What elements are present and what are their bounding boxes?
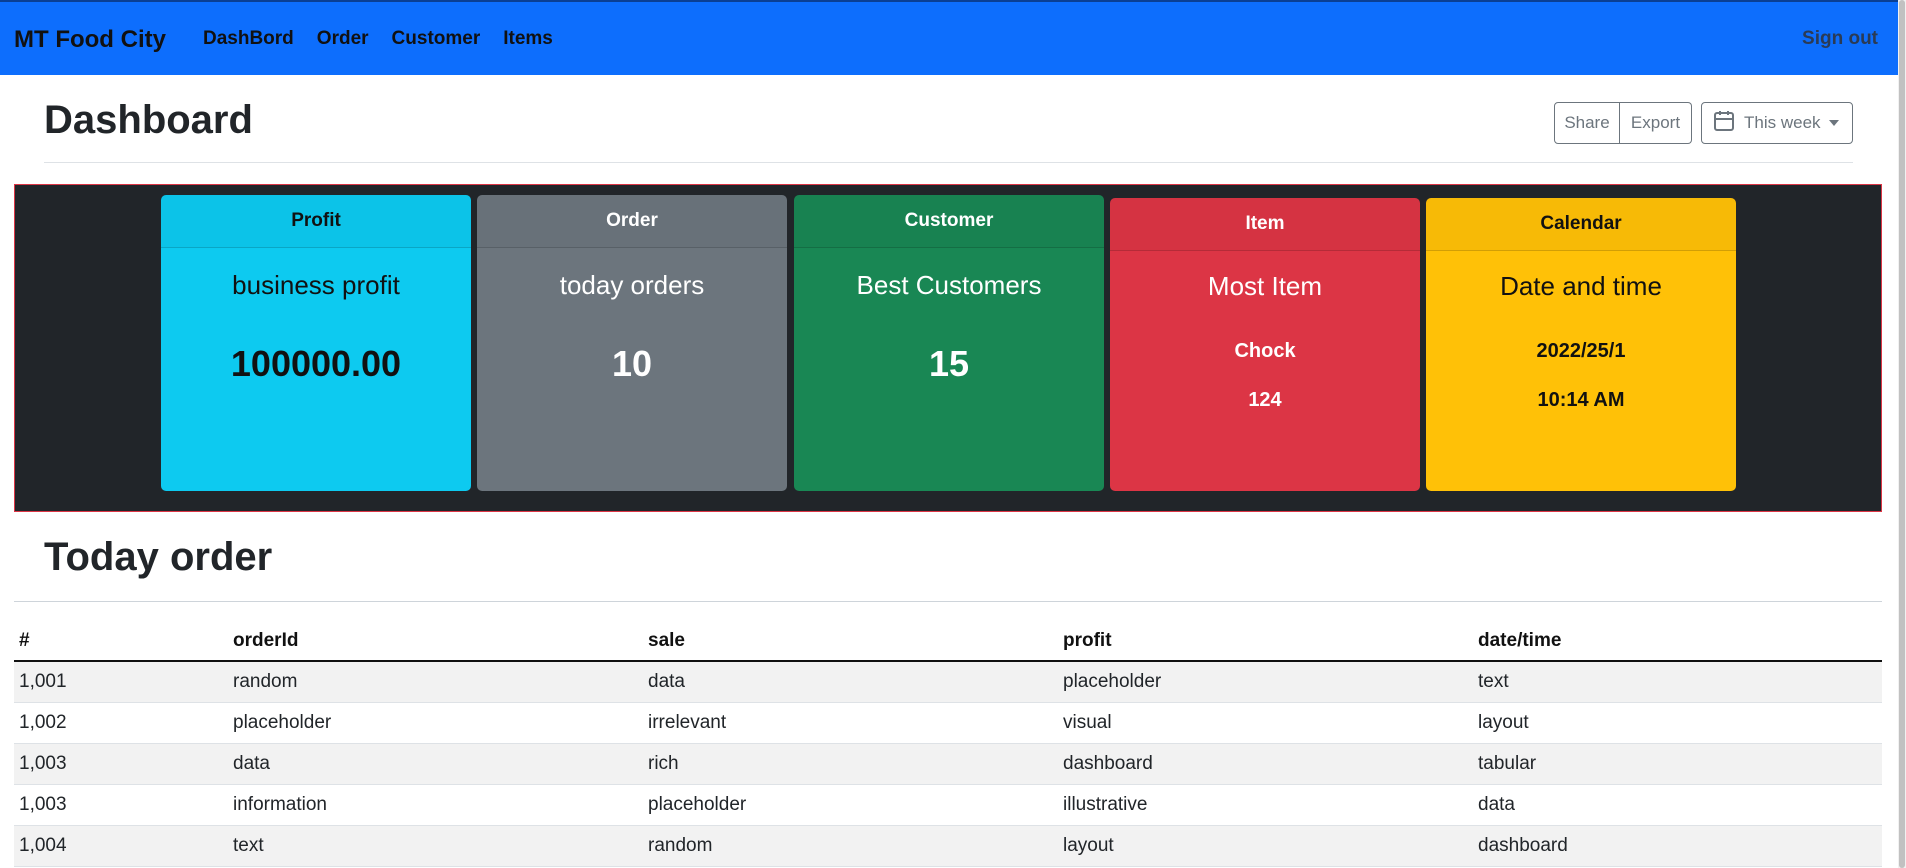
export-button[interactable]: Export [1620,102,1692,144]
table-cell: illustrative [1058,784,1473,826]
table-cell: dashboard [1473,825,1882,867]
table-cell: data [643,661,1058,703]
nav-link-order[interactable]: Order [317,28,369,50]
item-card: Item Most Item Chock 124 [1110,198,1420,491]
table-cell: data [228,743,643,785]
column-header: orderId [228,622,643,662]
card-header: Calendar [1426,198,1736,251]
table-header-row: # orderId sale profit date/time [14,622,1882,662]
date-range-dropdown[interactable]: This week [1701,102,1853,144]
table-cell: tabular [1473,743,1882,785]
card-value: 10 [611,343,653,384]
table-cell: placeholder [643,784,1058,826]
calendar-icon [1712,109,1736,138]
column-header: # [14,622,228,662]
table-row[interactable]: 1,003 information placeholder illustrati… [14,784,1882,826]
card-title: Most Item [1207,271,1323,301]
table-cell: 1,003 [14,784,228,826]
column-header: date/time [1473,622,1882,662]
table-cell: visual [1058,702,1473,744]
card-header: Customer [794,195,1104,248]
table-cell: random [643,825,1058,867]
column-header: profit [1058,622,1473,662]
table-cell: layout [1058,825,1473,867]
table-cell: random [228,661,643,703]
table-cell: irrelevant [643,702,1058,744]
card-value: 100000.00 [230,343,402,384]
table-cell: placeholder [1058,661,1473,703]
table-cell: 1,002 [14,702,228,744]
table-cell: information [228,784,643,826]
nav-link-dashboard[interactable]: DashBord [203,28,294,50]
column-header: sale [643,622,1058,662]
chevron-down-icon [1828,120,1839,126]
orders-table: # orderId sale profit date/time 1,001 ra… [14,622,1882,867]
table-row[interactable]: 1,002 placeholder irrelevant visual layo… [14,702,1882,744]
date-range-label: This week [1744,113,1821,132]
table-cell: 1,003 [14,743,228,785]
table-row[interactable]: 1,003 data rich dashboard tabular [14,743,1882,785]
table-cell: 1,004 [14,825,228,867]
sign-out-link[interactable]: Sign out [1802,28,1878,50]
share-button[interactable]: Share [1554,102,1620,144]
share-export-group: Share Export [1554,102,1692,144]
header-divider [44,162,1853,163]
top-navbar: MT Food City DashBord Order Customer Ite… [0,0,1898,75]
calendar-card: Calendar Date and time 2022/25/1 10:14 A… [1426,198,1736,491]
customer-card: Customer Best Customers 15 [794,195,1104,491]
current-time: 10:14 AM [1537,389,1625,411]
table-cell: rich [643,743,1058,785]
profit-card: Profit business profit 100000.00 [161,195,471,491]
card-title: Best Customers [856,270,1042,300]
nav-links: DashBord Order Customer Items [203,28,553,50]
card-header: Profit [161,195,471,248]
table-cell: 1,001 [14,661,228,703]
section-divider [14,601,1882,602]
card-title: Date and time [1500,271,1662,301]
scrollbar-thumb[interactable] [1899,0,1905,868]
table-cell: text [228,825,643,867]
table-cell: dashboard [1058,743,1473,785]
brand-logo-text[interactable]: MT Food City [14,26,166,54]
section-title: Today order [44,535,273,579]
nav-link-items[interactable]: Items [503,28,553,50]
most-item-count: 124 [1248,389,1282,411]
table-row[interactable]: 1,004 text random layout dashboard [14,825,1882,867]
current-date: 2022/25/1 [1536,340,1626,362]
card-header: Item [1110,198,1420,251]
order-card: Order today orders 10 [477,195,787,491]
table-row[interactable]: 1,001 random data placeholder text [14,661,1882,703]
page-title: Dashboard [44,98,253,142]
nav-link-customer[interactable]: Customer [392,28,481,50]
card-title: today orders [559,270,705,300]
most-item-name: Chock [1234,340,1296,362]
table-cell: data [1473,784,1882,826]
stats-cards-panel: Profit business profit 100000.00 Order t… [14,184,1882,512]
card-value: 15 [928,343,970,384]
vertical-scrollbar[interactable] [1898,0,1906,868]
table-cell: placeholder [228,702,643,744]
card-header: Order [477,195,787,248]
card-title: business profit [232,270,400,300]
table-cell: text [1473,661,1882,703]
table-cell: layout [1473,702,1882,744]
